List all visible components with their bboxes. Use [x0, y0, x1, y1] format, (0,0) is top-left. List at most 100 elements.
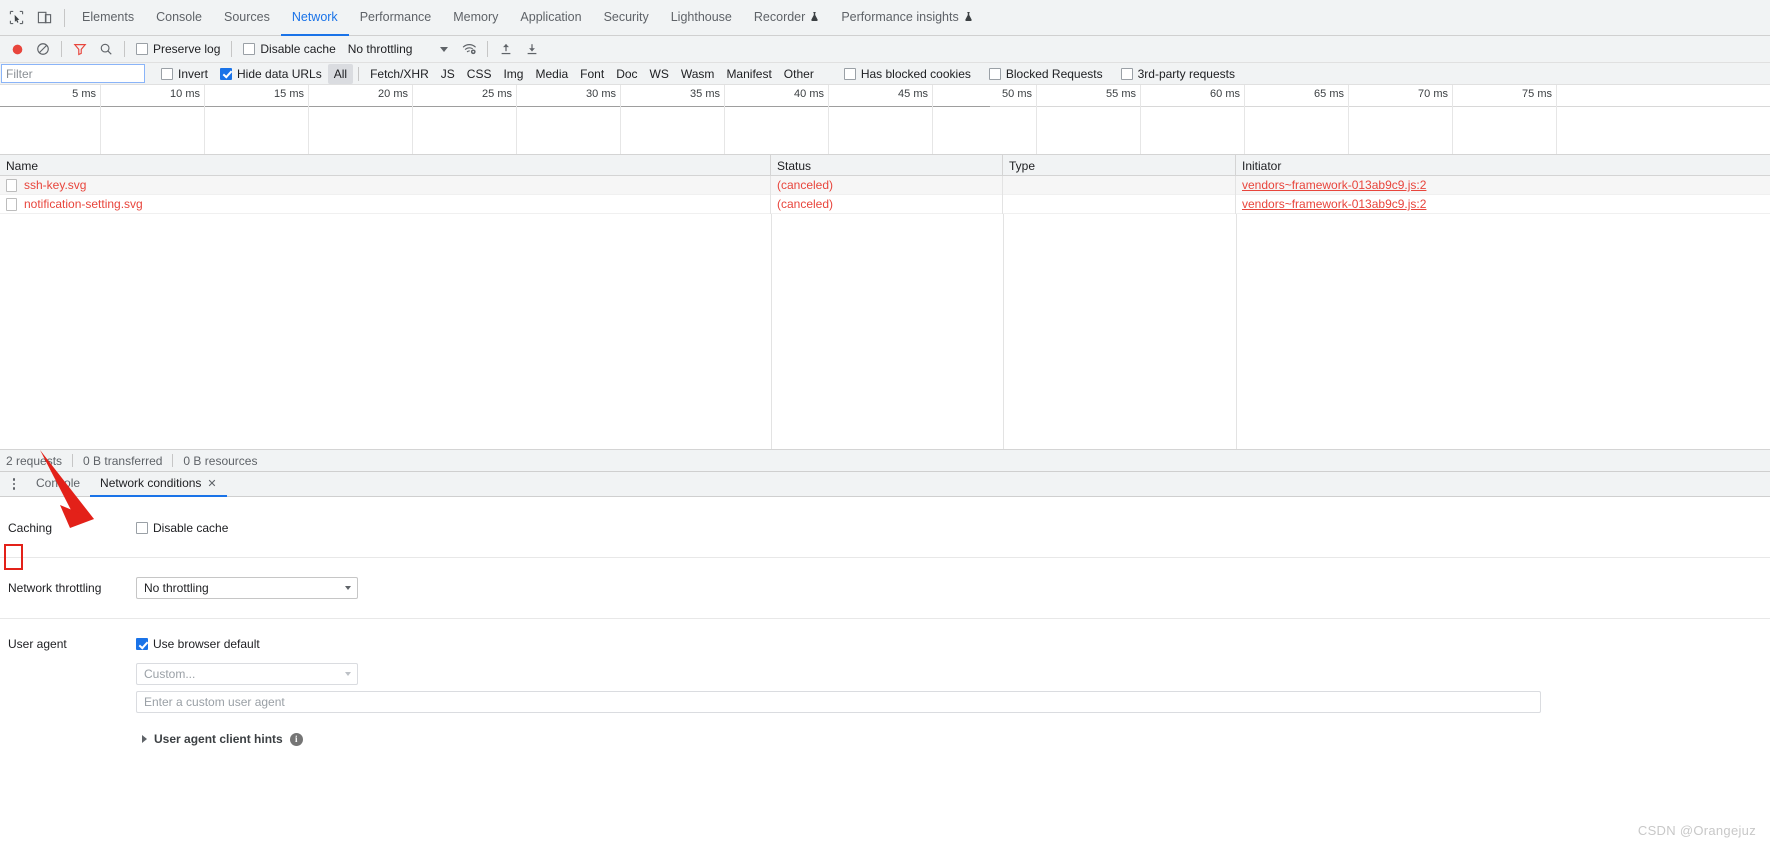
column-header-type[interactable]: Type — [1003, 155, 1236, 176]
import-har-icon[interactable] — [493, 37, 519, 61]
tab-lighthouse[interactable]: Lighthouse — [660, 0, 743, 36]
timeline-tick-label: 40 ms — [794, 88, 824, 100]
request-status: (canceled) — [771, 175, 1003, 195]
request-count: 2 requests — [6, 453, 63, 468]
column-header-name[interactable]: Name — [0, 155, 771, 176]
info-icon[interactable]: i — [289, 732, 303, 746]
request-initiator[interactable]: vendors~framework-013ab9c9.js:2 — [1242, 197, 1426, 211]
blocked-requests-checkbox[interactable]: Blocked Requests — [983, 67, 1109, 81]
caching-section: Caching Disable cache — [0, 497, 1770, 557]
network-timeline-overview[interactable]: 5 ms 10 ms 15 ms 20 ms 25 ms 30 ms 35 ms… — [0, 85, 1770, 155]
nc-disable-cache-checkbox[interactable]: Disable cache — [136, 521, 1770, 535]
search-input[interactable] — [1, 64, 145, 83]
timeline-tick-label: 30 ms — [586, 88, 616, 100]
status-divider — [72, 454, 74, 467]
checkbox-box — [843, 67, 856, 80]
custom-user-agent-select[interactable]: Custom... — [136, 663, 358, 685]
more-options-kebab-icon[interactable] — [6, 475, 22, 493]
filter-type-media[interactable]: Media — [529, 64, 574, 84]
chevron-right-icon — [142, 735, 147, 743]
device-toolbar-icon[interactable] — [30, 4, 58, 32]
close-icon[interactable]: ✕ — [207, 477, 216, 490]
user-agent-client-hints-toggle[interactable]: User agent client hints i — [142, 732, 1770, 746]
requests-table: Name Status Type Initiator ssh-key.svg (… — [0, 155, 1770, 449]
column-header-status[interactable]: Status — [771, 155, 1003, 176]
tab-performance[interactable]: Performance — [349, 0, 443, 36]
inspect-cursor-icon[interactable] — [2, 4, 30, 32]
main-tab-bar: Elements Console Sources Network Perform… — [0, 0, 1770, 36]
tab-sources[interactable]: Sources — [213, 0, 281, 36]
filter-type-font[interactable]: Font — [574, 64, 610, 84]
timeline-tick-label: 65 ms — [1314, 88, 1344, 100]
table-row[interactable]: notification-setting.svg (canceled) vend… — [0, 194, 1770, 214]
tab-network[interactable]: Network — [280, 0, 349, 36]
tab-label: Application — [520, 9, 582, 24]
use-browser-default-checkbox[interactable]: Use browser default — [136, 637, 1770, 651]
hide-data-urls-checkbox[interactable]: Hide data URLs — [214, 67, 328, 81]
drawer-tab-network-conditions[interactable]: Network conditions ✕ — [90, 471, 227, 497]
checkbox-box — [1120, 67, 1133, 80]
filter-type-manifest[interactable]: Manifest — [720, 64, 777, 84]
network-throttling-value: No throttling — [144, 581, 209, 595]
table-empty-area — [0, 214, 1770, 449]
filter-funnel-icon[interactable] — [67, 37, 93, 61]
custom-user-agent-input[interactable]: Enter a custom user agent — [136, 691, 1541, 713]
disable-cache-checkbox[interactable]: Disable cache — [237, 42, 341, 56]
checkbox-box — [136, 43, 148, 55]
tab-security[interactable]: Security — [593, 0, 660, 36]
annotation-highlight-box — [4, 544, 23, 570]
preserve-log-checkbox[interactable]: Preserve log — [130, 42, 226, 56]
tab-label: Memory — [453, 9, 499, 24]
filter-type-fetch-xhr[interactable]: Fetch/XHR — [364, 64, 435, 84]
toolbar-divider — [231, 41, 233, 57]
tab-memory[interactable]: Memory — [442, 0, 509, 36]
network-conditions-wifi-icon[interactable] — [456, 37, 482, 61]
filter-type-img[interactable]: Img — [497, 64, 529, 84]
tab-label: Console — [156, 9, 202, 24]
search-icon[interactable] — [93, 37, 119, 61]
tab-elements[interactable]: Elements — [71, 0, 145, 36]
record-stop-icon[interactable] — [4, 37, 30, 61]
network-throttling-label: Network throttling — [8, 581, 102, 595]
checkbox-box — [220, 67, 233, 80]
request-name[interactable]: notification-setting.svg — [24, 197, 143, 211]
tab-recorder[interactable]: Recorder — [743, 0, 830, 36]
request-name[interactable]: ssh-key.svg — [24, 178, 86, 192]
chevron-down-icon — [345, 586, 351, 590]
clear-icon[interactable] — [30, 37, 56, 61]
file-icon — [6, 178, 17, 192]
caching-label: Caching — [8, 521, 53, 535]
filter-type-ws[interactable]: WS — [644, 64, 675, 84]
transferred-size: 0 B transferred — [83, 453, 163, 468]
filter-type-all[interactable]: All — [327, 63, 354, 84]
tab-console[interactable]: Console — [145, 0, 213, 36]
tabbar-divider — [64, 8, 65, 27]
network-throttling-select[interactable]: No throttling — [136, 577, 358, 599]
use-browser-default-label: Use browser default — [153, 637, 260, 651]
filter-divider — [358, 66, 360, 81]
drawer-tab-console[interactable]: Console — [26, 471, 90, 497]
export-har-icon[interactable] — [519, 37, 545, 61]
filter-type-other[interactable]: Other — [778, 64, 820, 84]
chevron-down-icon[interactable] — [440, 46, 449, 52]
tab-performance-insights[interactable]: Performance insights — [830, 0, 983, 36]
has-blocked-cookies-checkbox[interactable]: Has blocked cookies — [838, 67, 977, 81]
user-agent-label: User agent — [8, 637, 67, 651]
tab-application[interactable]: Application — [509, 0, 592, 36]
timeline-tick-label: 35 ms — [690, 88, 720, 100]
toolbar-divider — [61, 41, 62, 57]
throttling-selector[interactable]: No throttling — [342, 42, 417, 56]
column-header-initiator[interactable]: Initiator — [1236, 155, 1770, 176]
filter-type-doc[interactable]: Doc — [610, 64, 643, 84]
filter-type-js[interactable]: JS — [435, 64, 461, 84]
filter-type-wasm[interactable]: Wasm — [675, 64, 721, 84]
tab-label: Network — [291, 9, 338, 24]
tab-label: Security — [603, 9, 649, 24]
filter-type-css[interactable]: CSS — [461, 64, 498, 84]
table-row[interactable]: ssh-key.svg (canceled) vendors~framework… — [0, 175, 1770, 195]
timeline-tick-label: 25 ms — [482, 88, 512, 100]
request-initiator[interactable]: vendors~framework-013ab9c9.js:2 — [1242, 178, 1426, 192]
invert-checkbox[interactable]: Invert — [155, 67, 214, 81]
watermark: CSDN @Orangejuz — [1637, 823, 1756, 838]
third-party-requests-checkbox[interactable]: 3rd-party requests — [1115, 67, 1241, 81]
